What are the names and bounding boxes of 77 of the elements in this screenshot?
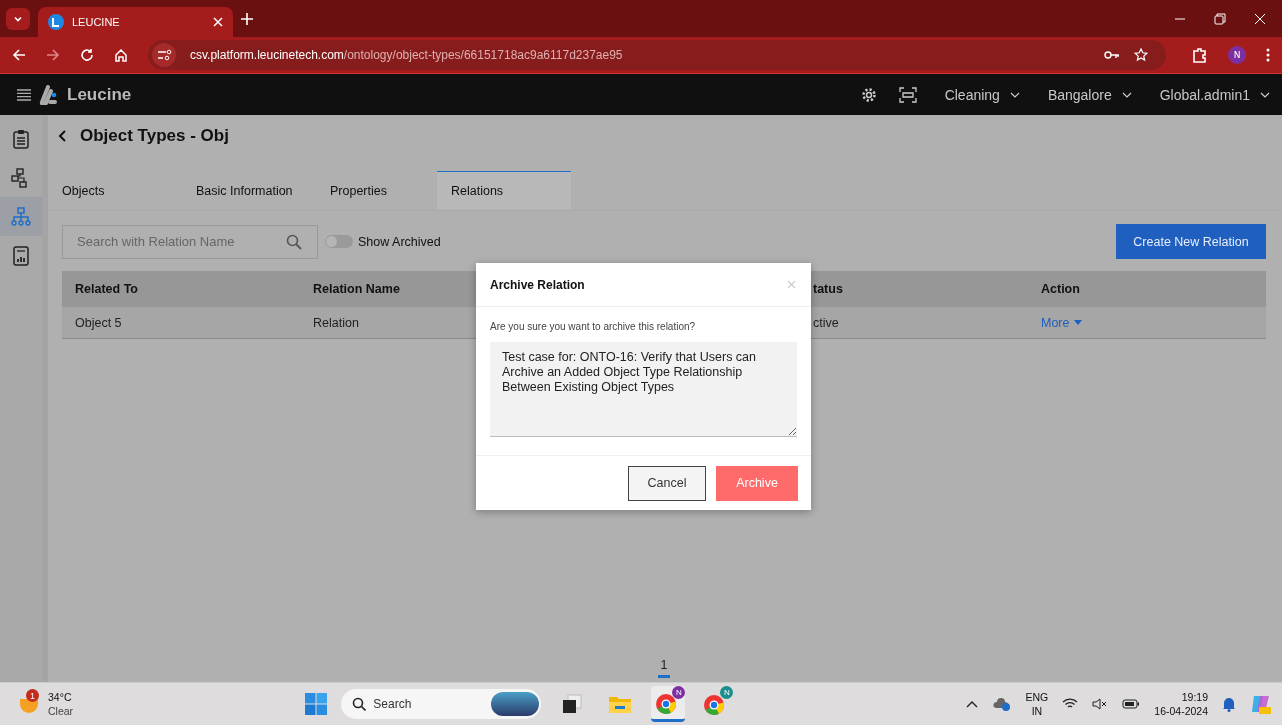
tab-list-button[interactable] xyxy=(6,7,30,30)
tab[interactable]: Properties xyxy=(316,171,437,210)
site-logo-icon xyxy=(48,14,64,30)
taskbar-app[interactable]: N xyxy=(699,686,734,722)
reload-icon[interactable] xyxy=(80,48,94,62)
column-header: Relation Name xyxy=(313,282,400,296)
restore-icon[interactable] xyxy=(1214,12,1226,25)
reason-field[interactable]: Test case for: ONTO-16: Verify that Users can Archive an Added Object Type Relationship Between Existing Object Types xyxy=(490,342,797,437)
weather-condition: Clear xyxy=(48,704,74,718)
url-text: csv.platform.leucinetech.com/ontology/object-types/66151718ac9a6117d237ae95 xyxy=(190,48,623,62)
dialog-message: Are you sure you want to archive this relation? xyxy=(490,321,697,332)
tab-title: LEUCINE xyxy=(72,16,121,28)
toggle-label: Show Archived xyxy=(358,234,441,249)
back-icon[interactable] xyxy=(12,48,26,62)
search-highlight-icon xyxy=(491,692,540,716)
tab[interactable]: Basic Information xyxy=(182,171,316,210)
bookmark-star-icon[interactable] xyxy=(1134,48,1148,62)
new-tab-icon[interactable] xyxy=(241,12,253,25)
profile-badge: N xyxy=(720,686,734,699)
battery-icon[interactable] xyxy=(1122,699,1141,709)
bell-icon[interactable] xyxy=(1222,696,1236,712)
scan-icon[interactable] xyxy=(898,86,917,103)
toggle-switch[interactable] xyxy=(325,235,353,248)
chevron-down-icon xyxy=(1009,91,1020,98)
site-settings-icon[interactable] xyxy=(152,43,176,67)
copilot-icon[interactable] xyxy=(1250,693,1272,715)
header-dropdown[interactable]: Global.admin1 xyxy=(1159,86,1270,103)
start-icon[interactable] xyxy=(305,693,328,715)
tab[interactable]: Relations xyxy=(437,171,571,210)
search-icon xyxy=(352,697,367,711)
forward-icon[interactable] xyxy=(46,48,60,62)
clock[interactable]: 19:19 16-04-2024 xyxy=(1154,690,1208,718)
settings-icon[interactable] xyxy=(860,86,877,103)
profile-badge: N xyxy=(672,686,686,699)
cancel-button[interactable]: Cancel xyxy=(628,465,706,501)
column-header: Action xyxy=(1041,282,1080,296)
language-indicator[interactable]: ENG IN xyxy=(1025,690,1049,718)
extensions-icon[interactable] xyxy=(1192,47,1208,63)
temperature: 34°C xyxy=(48,690,73,704)
table-cell: Object 5 xyxy=(75,315,122,330)
header-dropdown[interactable]: Cleaning xyxy=(944,86,1020,103)
wifi-icon[interactable] xyxy=(1062,698,1079,710)
taskbar-app[interactable]: N xyxy=(651,686,686,722)
key-icon[interactable] xyxy=(1104,49,1120,61)
table-cell: Relation xyxy=(313,315,359,330)
search-icon[interactable] xyxy=(286,233,302,250)
column-header: Related To xyxy=(75,282,138,296)
tab[interactable]: Objects xyxy=(48,171,182,210)
profile-avatar[interactable]: N xyxy=(1228,46,1246,64)
task-view-icon xyxy=(561,693,584,715)
menu-icon[interactable] xyxy=(17,88,31,101)
chevron-up-icon[interactable] xyxy=(965,700,978,708)
chevron-down-icon xyxy=(1260,91,1270,98)
caret-icon xyxy=(1074,320,1083,325)
home-icon[interactable] xyxy=(114,48,128,62)
page-title: Object Types - Obj xyxy=(80,126,229,146)
chevron-down-icon xyxy=(1121,91,1132,98)
page-number[interactable]: 1 xyxy=(657,658,671,678)
create-button[interactable]: Create New Relation xyxy=(1116,224,1266,259)
dialog-title: Archive Relation xyxy=(490,277,585,292)
browser-tab[interactable]: LEUCINE xyxy=(38,7,233,37)
cloud-icon[interactable] xyxy=(991,696,1012,712)
column-header: tatus xyxy=(813,282,843,296)
kebab-menu-icon[interactable] xyxy=(1266,48,1270,62)
brand-name: Leucine xyxy=(67,84,132,105)
header-dropdown[interactable]: Bangalore xyxy=(1047,86,1132,103)
muted-speaker-icon[interactable] xyxy=(1092,698,1109,710)
hierarchy-icon xyxy=(11,206,31,227)
report-icon xyxy=(12,245,30,266)
folder-icon xyxy=(608,694,633,714)
back-chevron-icon[interactable] xyxy=(58,130,68,142)
clipboard-icon xyxy=(12,128,30,149)
address-bar[interactable]: csv.platform.leucinetech.com/ontology/object-types/66151718ac9a6117d237ae95 xyxy=(148,40,1166,70)
table-cell: ctive xyxy=(813,315,839,330)
search-field[interactable]: Search with Relation Name xyxy=(62,224,318,259)
notification-badge: 1 xyxy=(26,689,39,702)
brand-logo-icon xyxy=(39,84,59,105)
